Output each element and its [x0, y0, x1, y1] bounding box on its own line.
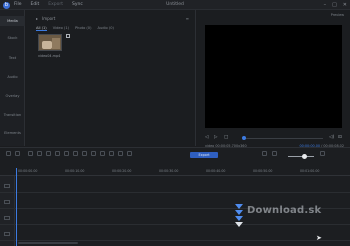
media-tabs: All (1) Video (1) Photo (0) Audio (0) — [36, 26, 114, 31]
duration-icon[interactable] — [91, 151, 96, 156]
app-logo-icon: b — [3, 1, 10, 9]
time-ruler[interactable]: 00:00:00.00 00:00:10.00 00:00:20.00 00:0… — [0, 168, 350, 176]
media-panel: ▸ Import ≡ All (1) Video (1) Photo (0) A… — [26, 10, 196, 146]
progress-handle[interactable] — [242, 136, 246, 140]
more-icon[interactable]: ≡ — [186, 16, 189, 21]
ruler-label: 00:00:20.00 — [112, 169, 132, 173]
preview-progress[interactable] — [242, 136, 323, 140]
maximize-icon[interactable]: □ — [332, 1, 337, 9]
fullscreen-icon[interactable]: ⊡ — [338, 135, 342, 141]
sidebar-item-overlay[interactable]: Overlay — [0, 94, 25, 98]
minimize-icon[interactable]: – — [324, 1, 327, 9]
title-bar: b File Edit Export Sync Untitled – □ ✕ — [0, 0, 350, 10]
watermark: Download.sk — [247, 205, 322, 216]
sidebar-item-audio[interactable]: Audio — [0, 75, 25, 79]
timeline-scrollbar[interactable] — [18, 242, 78, 244]
menu-file[interactable]: File — [14, 1, 22, 9]
mosaic-icon[interactable] — [73, 151, 78, 156]
preview-panel: Preview ◁ ▷ □ ◁) ⊡ video 00:00:05,700x36… — [197, 10, 350, 148]
delete-icon[interactable] — [37, 151, 42, 156]
greenscreen-icon[interactable] — [127, 151, 132, 156]
menu-edit[interactable]: Edit — [31, 1, 40, 9]
preview-controls: ◁ ▷ □ ◁) ⊡ — [205, 135, 344, 141]
sidebar: Media Stock Text Audio Overlay Transitio… — [0, 10, 25, 146]
ruler-label: 00:00:10.00 — [65, 169, 85, 173]
sidebar-item-stock[interactable]: Stock — [0, 36, 25, 40]
text-track-icon[interactable] — [4, 216, 10, 220]
ruler-label: 00:01:00.00 — [300, 169, 320, 173]
ruler-label: 00:00:00.00 — [18, 169, 38, 173]
stop-icon[interactable]: □ — [224, 135, 228, 141]
ruler-label: 00:00:50.00 — [253, 169, 273, 173]
media-header: ▸ Import — [36, 16, 55, 21]
sidebar-item-elements[interactable]: Elements — [0, 131, 25, 135]
download-arrow-icon — [235, 222, 243, 227]
tab-all[interactable]: All (1) — [36, 26, 47, 31]
import-label[interactable]: Import — [42, 16, 55, 21]
crop-icon[interactable] — [46, 151, 51, 156]
undo-icon[interactable] — [6, 151, 11, 156]
audio-track-icon[interactable] — [4, 232, 10, 236]
volume-icon[interactable]: ◁) — [329, 135, 334, 141]
play-icon[interactable]: ▷ — [214, 135, 217, 141]
close-icon[interactable]: ✕ — [343, 1, 347, 9]
mouse-cursor-icon: ➤ — [316, 234, 322, 242]
prev-frame-icon[interactable]: ◁ — [205, 135, 208, 141]
timeline-panel: Export 00:00:00.00 00:00:10.00 00:00:20.… — [0, 147, 350, 246]
tab-video[interactable]: Video (1) — [53, 26, 69, 31]
menu-bar: File Edit Export Sync — [14, 1, 83, 9]
select-checkbox[interactable] — [66, 34, 70, 38]
download-arrow-icon — [235, 216, 243, 221]
playhead[interactable] — [16, 168, 17, 246]
export-button[interactable]: Export — [190, 152, 218, 158]
ruler-label: 00:00:40.00 — [206, 169, 226, 173]
download-arrow-icon — [235, 210, 243, 215]
media-thumbnail[interactable] — [38, 34, 62, 51]
rotate-icon[interactable] — [64, 151, 69, 156]
redo-icon[interactable] — [15, 151, 20, 156]
audio-icon[interactable] — [109, 151, 114, 156]
clip-label: video04.mp4 — [38, 54, 61, 58]
split-icon[interactable] — [28, 151, 33, 156]
preview-label: Preview — [330, 13, 344, 17]
sidebar-item-transition[interactable]: Transition — [0, 113, 25, 117]
zoom-out-icon[interactable] — [272, 151, 277, 156]
menu-sync[interactable]: Sync — [72, 1, 83, 9]
zoom-fit-icon[interactable] — [262, 151, 267, 156]
download-arrow-icon — [235, 204, 243, 209]
zoom-handle[interactable] — [302, 154, 307, 159]
color-icon[interactable] — [100, 151, 105, 156]
overlay-track-icon[interactable] — [4, 200, 10, 204]
tab-audio[interactable]: Audio (0) — [98, 26, 114, 31]
timeline-toolbar: Export — [0, 148, 350, 160]
sidebar-item-media[interactable]: Media — [0, 16, 25, 26]
ruler-label: 00:00:30.00 — [159, 169, 179, 173]
speed-icon[interactable] — [55, 151, 60, 156]
zoom-in-icon[interactable] — [320, 151, 325, 156]
folder-icon[interactable]: ▸ — [36, 16, 38, 21]
freeze-icon[interactable] — [82, 151, 87, 156]
tab-photo[interactable]: Photo (0) — [75, 26, 91, 31]
video-track-icon[interactable] — [4, 184, 10, 188]
preview-screen[interactable] — [205, 25, 342, 128]
record-icon[interactable] — [118, 151, 123, 156]
track-headers — [0, 176, 15, 246]
sidebar-item-text[interactable]: Text — [0, 56, 25, 60]
window-controls: – □ ✕ — [324, 1, 347, 9]
zoom-slider[interactable] — [288, 156, 314, 157]
menu-export[interactable]: Export — [48, 1, 63, 9]
